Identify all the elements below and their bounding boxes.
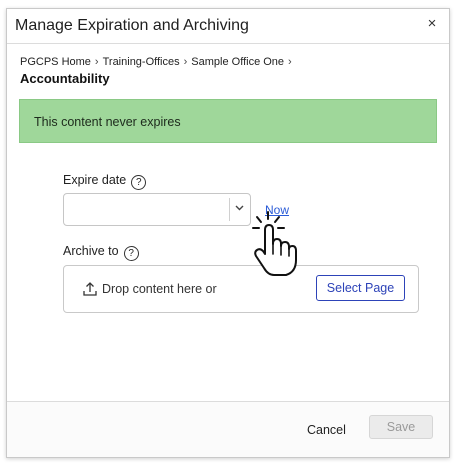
now-link[interactable]: Now — [265, 203, 289, 217]
page-title: Accountability — [20, 71, 110, 86]
breadcrumb: PGCPS Home › Training-Offices › Sample Offic… — [20, 56, 296, 68]
breadcrumb-item-sample-office-one[interactable]: Sample Office One — [191, 56, 284, 68]
upload-icon — [83, 282, 97, 296]
breadcrumb-item-pgcps-home[interactable]: PGCPS Home — [20, 56, 91, 68]
manage-expiration-dialog: Manage Expiration and Archiving × PGCPS … — [6, 8, 450, 458]
archive-to-label: Archive to? — [63, 244, 139, 261]
breadcrumb-separator-icon: › — [94, 56, 99, 68]
close-icon[interactable]: × — [423, 15, 441, 33]
select-page-button[interactable]: Select Page — [316, 275, 405, 301]
chevron-down-icon — [235, 205, 244, 211]
dialog-footer: Cancel Save — [7, 401, 449, 457]
help-icon[interactable]: ? — [123, 246, 139, 261]
expire-date-label: Expire date? — [63, 173, 147, 190]
dialog-title: Manage Expiration and Archiving — [15, 17, 249, 34]
breadcrumb-item-training-offices[interactable]: Training-Offices — [103, 56, 180, 68]
status-notice-text: This content never expires — [34, 115, 181, 129]
save-button: Save — [369, 415, 433, 439]
cancel-button[interactable]: Cancel — [307, 423, 346, 437]
select-divider — [229, 198, 230, 221]
breadcrumb-separator-icon: › — [183, 56, 188, 68]
status-notice: This content never expires — [19, 99, 437, 143]
archive-to-label-text: Archive to — [63, 244, 119, 258]
breadcrumb-separator-icon: › — [288, 56, 292, 68]
expire-date-label-text: Expire date — [63, 173, 127, 187]
expire-date-select[interactable] — [63, 193, 251, 226]
drop-zone-text: Drop content here or — [102, 282, 217, 296]
archive-drop-zone[interactable]: Drop content here or Select Page — [63, 265, 419, 313]
help-icon[interactable]: ? — [131, 175, 147, 190]
dialog-header: Manage Expiration and Archiving × — [7, 9, 449, 44]
